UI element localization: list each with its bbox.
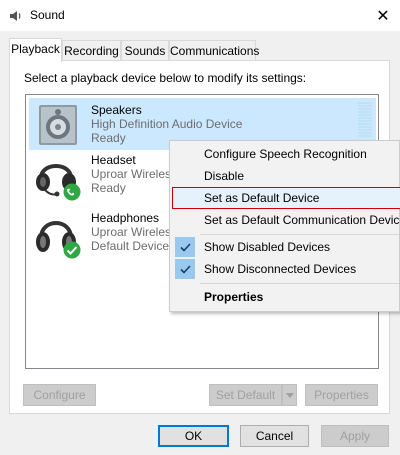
tab-playback-label: Playback (11, 42, 60, 56)
cancel-button[interactable]: Cancel (240, 425, 309, 447)
menu-item-label: Show Disconnected Devices (204, 262, 357, 276)
menu-item-show-disabled[interactable]: Show Disabled Devices (172, 236, 400, 258)
device-name: Headphones (91, 211, 160, 225)
checkmark-background (175, 237, 195, 257)
menu-item-label: Set as Default Communication Device (204, 213, 400, 227)
tab-recording[interactable]: Recording (62, 40, 121, 61)
tab-playback[interactable]: Playback (9, 38, 62, 62)
set-default-button[interactable]: Set Default (209, 384, 282, 406)
chevron-down-icon (285, 392, 294, 398)
menu-item-label: Show Disabled Devices (204, 240, 331, 254)
device-description: High Definition Audio Device (91, 117, 243, 131)
title-bar: Sound ✕ (0, 0, 400, 31)
tab-communications-label: Communications (170, 44, 260, 58)
context-menu: Configure Speech Recognition Disable Set… (169, 140, 400, 312)
sound-dialog: Sound ✕ Playback Recording Sounds Commun… (0, 0, 400, 455)
menu-item-label: Set as Default Device (204, 191, 320, 205)
menu-item-label: Disable (204, 169, 245, 183)
menu-item-properties[interactable]: Properties (172, 286, 400, 308)
configure-button-label: Configure (33, 388, 86, 402)
tab-communications[interactable]: Communications (169, 40, 260, 61)
apply-button[interactable]: Apply (321, 425, 389, 447)
device-status: Default Device (91, 239, 170, 253)
checkmark-icon (179, 242, 191, 252)
menu-separator (200, 283, 399, 284)
apply-button-label: Apply (339, 429, 371, 443)
close-button[interactable]: ✕ (366, 0, 400, 31)
cancel-button-label: Cancel (255, 429, 294, 443)
device-status: Ready (91, 131, 126, 145)
phone-badge-icon (63, 183, 81, 201)
close-icon: ✕ (376, 7, 390, 25)
tab-recording-label: Recording (64, 44, 119, 58)
speaker-icon (39, 105, 77, 145)
device-description: Uproar Wireless (91, 167, 178, 181)
menu-item-disable[interactable]: Disable (172, 165, 400, 187)
ok-button[interactable]: OK (158, 425, 229, 447)
set-default-dropdown[interactable] (282, 384, 297, 406)
device-name: Headset (91, 153, 136, 167)
configure-button[interactable]: Configure (23, 384, 96, 406)
menu-item-label: Configure Speech Recognition (204, 147, 367, 161)
checkmark-background (175, 259, 195, 279)
tab-sounds-label: Sounds (124, 44, 166, 58)
tab-sounds[interactable]: Sounds (121, 40, 169, 61)
properties-button-label: Properties (314, 388, 369, 402)
menu-item-configure-speech[interactable]: Configure Speech Recognition (172, 143, 400, 165)
menu-separator (200, 234, 399, 235)
checkmark-icon (179, 264, 191, 274)
set-default-button-label: Set Default (215, 388, 276, 402)
properties-button[interactable]: Properties (305, 384, 378, 406)
default-check-badge-icon (63, 241, 81, 259)
menu-item-set-default-device[interactable]: Set as Default Device (172, 187, 400, 209)
ok-button-label: OK (184, 429, 203, 443)
device-name: Speakers (91, 103, 142, 117)
volume-level-meter (358, 102, 372, 138)
device-status: Ready (91, 181, 126, 195)
menu-item-label: Properties (204, 290, 264, 304)
device-description: Uproar Wireless (91, 225, 178, 239)
menu-item-show-disconnected[interactable]: Show Disconnected Devices (172, 258, 400, 280)
window-title: Sound (30, 8, 65, 22)
instruction-text: Select a playback device below to modify… (24, 71, 307, 85)
menu-item-set-default-communication[interactable]: Set as Default Communication Device (172, 209, 400, 231)
speaker-title-icon (10, 11, 21, 21)
